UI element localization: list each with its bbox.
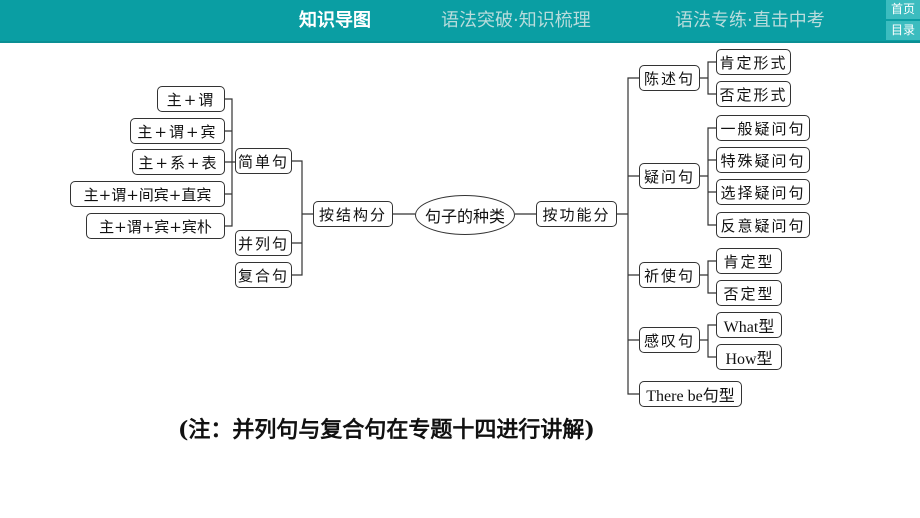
pattern-node: 主+谓+宾 [130, 118, 225, 144]
pattern-node: 主+谓 [157, 86, 225, 112]
interrogative-node: 疑问句 [639, 163, 700, 189]
exclamatory-child-node: What型 [716, 312, 782, 338]
exclamatory-node: 感叹句 [639, 327, 700, 353]
imperative-child-node: 否定型 [716, 280, 782, 306]
connector-imperative [700, 260, 716, 294]
connector-declarative [700, 61, 716, 95]
pattern-node: 主+系+表 [132, 149, 225, 175]
complex-sentence-node: 复合句 [235, 262, 292, 288]
interrogative-child-node: 一般疑问句 [716, 115, 810, 141]
connector-structure [292, 160, 313, 276]
by-structure-node: 按结构分 [313, 201, 393, 227]
interrogative-child-node: 反意疑问句 [716, 212, 810, 238]
imperative-child-node: 肯定型 [716, 248, 782, 274]
declarative-child-node: 否定形式 [716, 81, 791, 107]
connector-function [617, 77, 639, 395]
simple-sentence-node: 简单句 [235, 148, 292, 174]
interrogative-child-node: 选择疑问句 [716, 179, 810, 205]
declarative-node: 陈述句 [639, 65, 700, 91]
pattern-node: 主+谓+间宾+直宾 [70, 181, 225, 207]
footnote: (注：并列句与复合句在专题十四进行讲解) [178, 417, 595, 443]
pattern-node: 主+谓+宾+宾朴 [86, 213, 225, 239]
declarative-child-node: 肯定形式 [716, 49, 791, 75]
connector-interrogative [700, 127, 716, 226]
root-node: 句子的种类 [415, 195, 515, 235]
compound-sentence-node: 并列句 [235, 230, 292, 256]
there-be-node: There be句型 [639, 381, 742, 407]
connector-simple-patterns [225, 98, 235, 227]
exclamatory-child-node: How型 [716, 344, 782, 370]
interrogative-child-node: 特殊疑问句 [716, 147, 810, 173]
by-function-node: 按功能分 [536, 201, 617, 227]
imperative-node: 祈使句 [639, 262, 700, 288]
connector-exclamatory [700, 324, 716, 358]
